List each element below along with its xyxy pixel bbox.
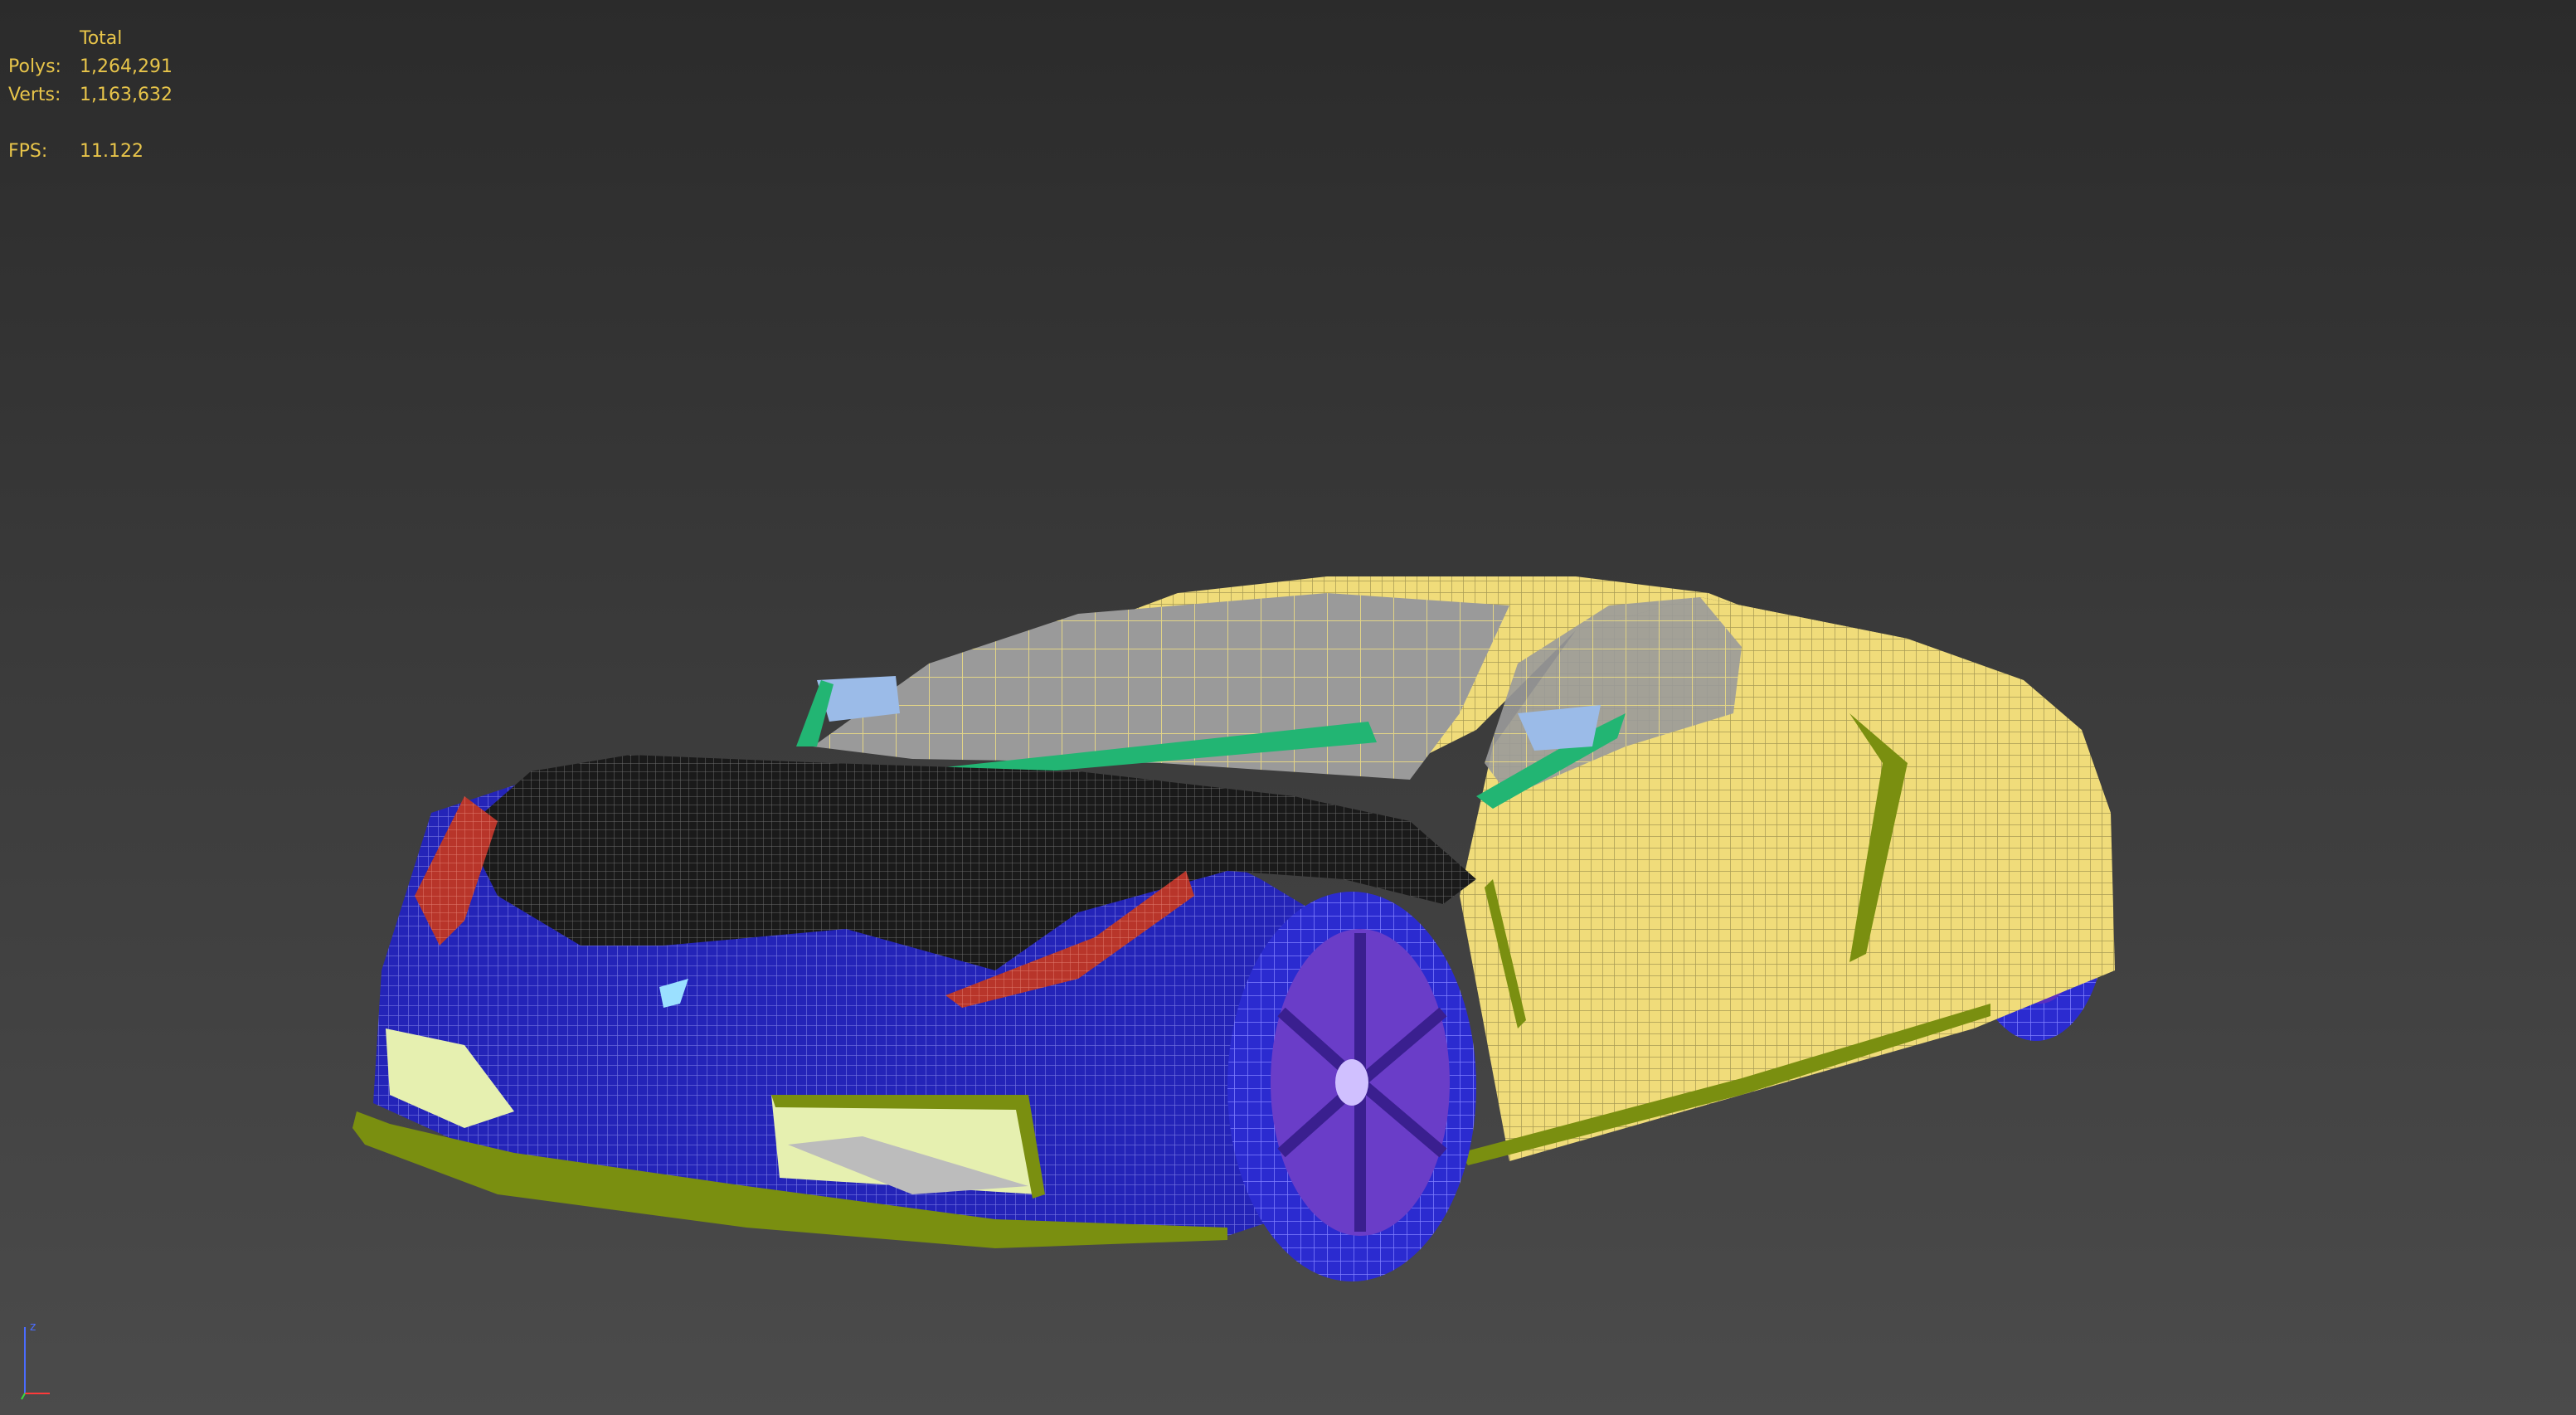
z-axis-label: z [30,1320,36,1334]
front-wheel [1227,892,1476,1281]
viewport[interactable]: Total Polys: 1,264,291 Verts: 1,163,632 … [0,0,2576,1415]
y-axis-line [21,1393,26,1400]
axis-gizmo: z [21,1320,50,1400]
car-model-wireframe[interactable] [0,0,2576,1415]
